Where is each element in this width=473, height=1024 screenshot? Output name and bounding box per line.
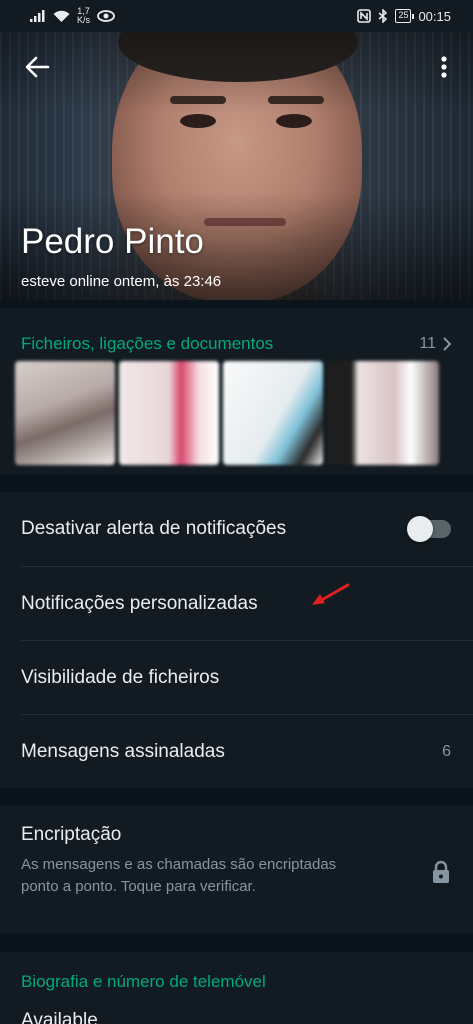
notification-settings-section: Desativar alerta de notificações Notific… — [0, 492, 473, 788]
starred-messages-count: 6 — [442, 743, 451, 760]
media-title: Ficheiros, ligações e documentos — [21, 334, 274, 353]
network-speed-unit: K/s — [77, 15, 91, 25]
mute-notifications-label: Desativar alerta de notificações — [21, 518, 287, 539]
network-speed: 1,7 K/s — [77, 7, 90, 25]
signal-icon — [30, 10, 45, 22]
status-bar-left: 1,7 K/s — [30, 7, 115, 25]
status-time: 00:15 — [418, 8, 451, 24]
media-thumbnail[interactable] — [327, 361, 439, 465]
encryption-title: Encriptação — [21, 824, 122, 845]
about-section: Biografia e número de telemóvel Availabl… — [0, 952, 473, 1024]
eye-icon — [97, 10, 115, 22]
starred-messages-row[interactable]: Mensagens assinaladas 6 — [0, 715, 473, 789]
bluetooth-icon — [378, 9, 388, 23]
contact-name: Pedro Pinto — [21, 222, 204, 261]
about-title: Biografia e número de telemóvel — [21, 972, 266, 991]
encryption-description: As mensagens e as chamadas são encriptad… — [21, 856, 337, 895]
media-visibility-label: Visibilidade de ficheiros — [21, 667, 220, 688]
back-arrow-icon[interactable] — [22, 52, 52, 82]
mute-notifications-toggle[interactable] — [407, 516, 451, 542]
annotation-arrow-icon — [312, 583, 350, 605]
media-thumbnails — [15, 361, 439, 465]
nfc-icon — [357, 9, 372, 23]
media-section: Ficheiros, ligações e documentos 11 — [0, 308, 473, 474]
mute-notifications-row[interactable]: Desativar alerta de notificações — [0, 492, 473, 566]
media-visibility-row[interactable]: Visibilidade de ficheiros — [0, 641, 473, 715]
about-text[interactable]: Available — [21, 1010, 451, 1024]
profile-photo[interactable]: Pedro Pinto esteve online ontem, às 23:4… — [0, 32, 473, 300]
media-thumbnail[interactable] — [223, 361, 323, 465]
media-count[interactable]: 11 — [419, 335, 451, 353]
media-count-value: 11 — [419, 335, 436, 352]
chevron-right-icon — [443, 337, 451, 351]
toggle-knob — [407, 516, 433, 542]
more-options-icon[interactable] — [432, 52, 456, 82]
last-seen-status: esteve online ontem, às 23:46 — [21, 273, 222, 290]
encryption-section[interactable]: Encriptação As mensagens e as chamadas s… — [0, 806, 473, 934]
starred-messages-label: Mensagens assinaladas — [21, 741, 225, 762]
contact-info-screen: 1,7 K/s 25 00:15 Pedro Pinto esteve onli… — [0, 0, 473, 1024]
media-thumbnail[interactable] — [119, 361, 219, 465]
lock-icon — [433, 860, 449, 883]
battery-icon: 25 — [395, 9, 415, 23]
wifi-icon — [53, 10, 70, 22]
status-bar-right: 25 00:15 — [357, 9, 451, 24]
custom-notifications-label: Notificações personalizadas — [21, 593, 258, 614]
status-bar: 1,7 K/s 25 00:15 — [0, 0, 473, 32]
media-thumbnail[interactable] — [15, 361, 115, 465]
custom-notifications-row[interactable]: Notificações personalizadas — [0, 567, 473, 641]
media-header[interactable]: Ficheiros, ligações e documentos 11 — [0, 308, 473, 358]
